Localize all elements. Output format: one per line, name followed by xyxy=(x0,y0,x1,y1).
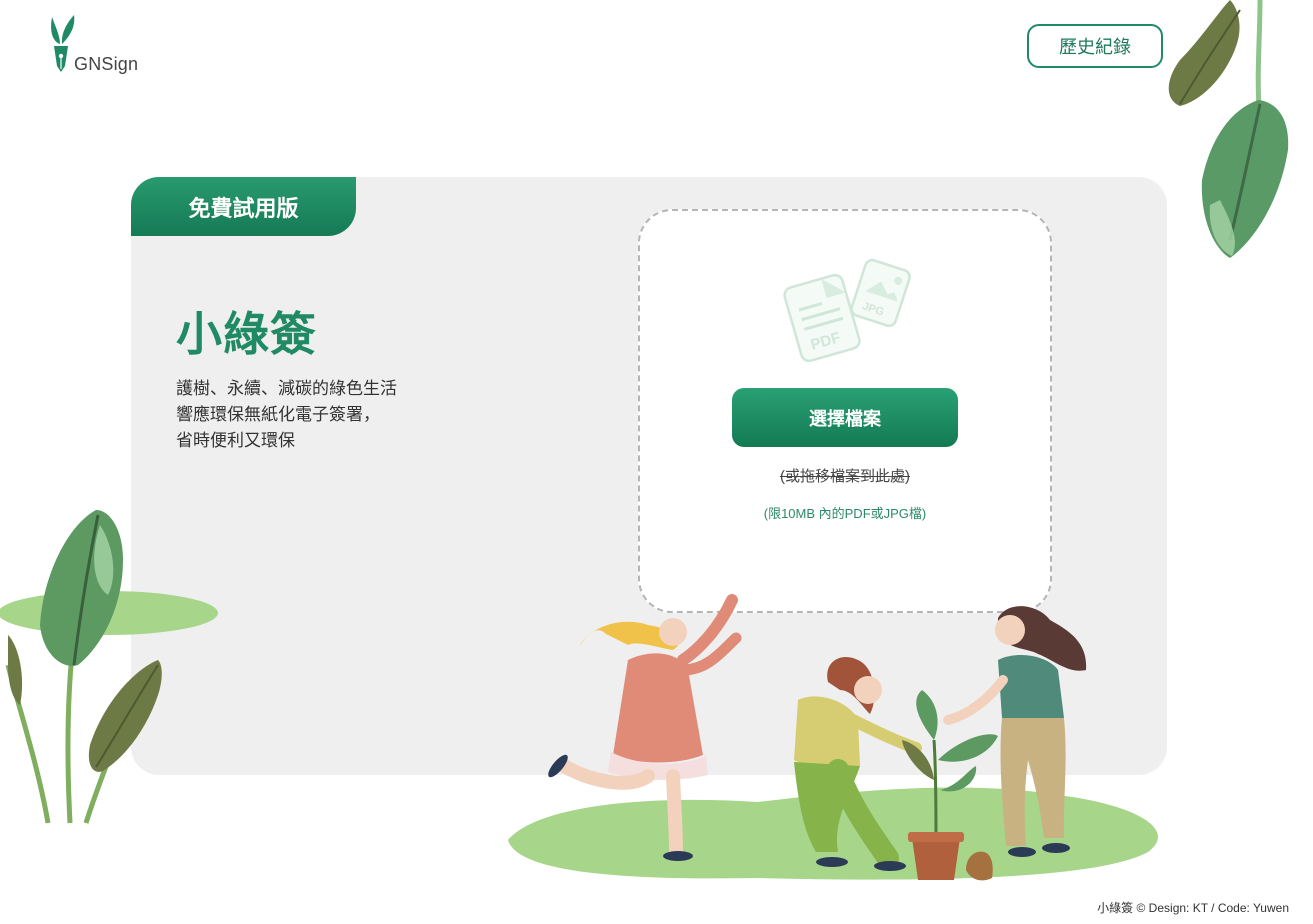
description-line: 護樹、永續、減碳的綠色生活 xyxy=(176,379,397,398)
drag-hint-text: (或拖移檔案到此處) xyxy=(780,468,910,485)
history-button[interactable]: 歷史紀錄 xyxy=(1027,24,1163,68)
people-planting-illustration xyxy=(508,594,1158,881)
footer-credit: 小綠簽 © Design: KT / Code: Yuwen xyxy=(1097,901,1289,915)
hanging-leaves-decoration xyxy=(1168,0,1289,258)
logo-text: GNSign xyxy=(74,54,139,74)
left-plant-decoration xyxy=(0,510,218,824)
file-limit-text: (限10MB 內的PDF或JPG檔) xyxy=(763,506,927,521)
page-title: 小綠簽 xyxy=(176,308,317,360)
description-line: 省時便利又環保 xyxy=(176,431,295,450)
file-type-illustration: PDF JPG xyxy=(780,258,912,366)
description-line: 響應環保無紙化電子簽署， xyxy=(176,405,380,424)
free-trial-badge: 免費試用版 xyxy=(131,177,356,236)
pdf-jpg-files-icon: PDF JPG xyxy=(783,258,911,363)
choose-file-button[interactable]: 選擇檔案 xyxy=(732,388,958,447)
